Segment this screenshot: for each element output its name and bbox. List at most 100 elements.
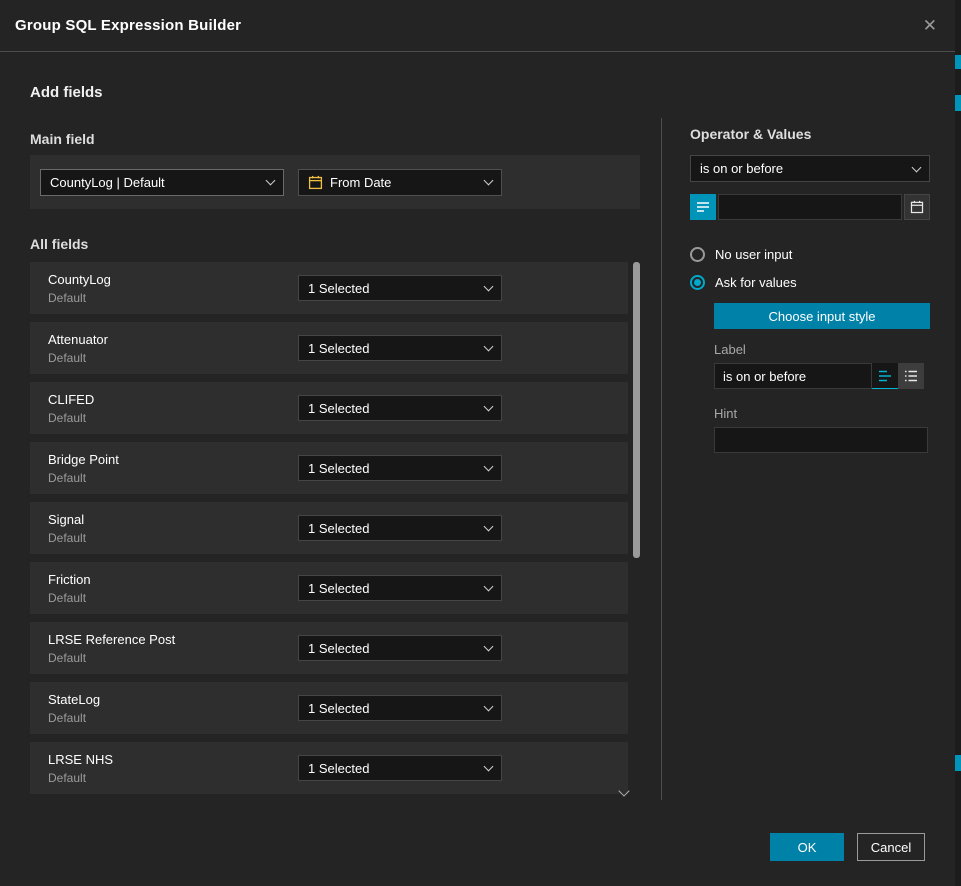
label-field-label: Label	[714, 342, 930, 357]
ok-button[interactable]: OK	[770, 833, 844, 861]
field-subtitle: Default	[48, 351, 288, 365]
choose-input-style-button[interactable]: Choose input style	[714, 303, 930, 329]
field-selected-dropdown[interactable]: 1 Selected	[298, 455, 502, 481]
field-info: Attenuator Default	[48, 332, 288, 365]
dialog-header: Group SQL Expression Builder ✕	[0, 0, 955, 52]
field-name: CountyLog	[48, 272, 288, 287]
radio-no-user-input[interactable]: No user input	[690, 247, 930, 262]
field-row: LRSE NHSDefault 1 Selected	[30, 742, 628, 794]
chevron-down-icon	[267, 180, 274, 184]
field-subtitle: Default	[48, 651, 288, 665]
chevron-down-icon	[485, 180, 492, 184]
main-layer-value: CountyLog | Default	[50, 175, 165, 190]
field-name: Friction	[48, 572, 288, 587]
main-layer-dropdown[interactable]: CountyLog | Default	[40, 169, 284, 196]
field-row: Signal Default 1 Selected	[30, 502, 628, 554]
field-selected-dropdown[interactable]: 1 Selected	[298, 395, 502, 421]
background-app-edge	[955, 0, 961, 886]
field-subtitle: Default	[48, 771, 288, 785]
chevron-down-icon	[485, 646, 492, 650]
selected-count-label: 1 Selected	[308, 281, 369, 296]
field-selected-dropdown[interactable]: 1 Selected	[298, 695, 502, 721]
main-field-label: Main field	[30, 131, 95, 147]
value-input-row	[690, 194, 930, 220]
value-input[interactable]	[718, 194, 902, 220]
dialog-title: Group SQL Expression Builder	[15, 17, 241, 34]
background-edge-fragment	[955, 55, 961, 69]
field-info: LRSE NHSDefault	[48, 752, 288, 785]
all-fields-label: All fields	[30, 236, 88, 252]
all-fields-list: CountyLog Default 1 Selected Attenuator Defa…	[30, 262, 628, 802]
chevron-down-icon	[485, 466, 492, 470]
value-type-button[interactable]	[690, 194, 716, 220]
radio-ask-for-values[interactable]: Ask for values	[690, 275, 930, 290]
field-subtitle: Default	[48, 531, 288, 545]
field-name: Bridge Point	[48, 452, 288, 467]
background-edge-fragment	[955, 755, 961, 771]
label-input[interactable]	[714, 363, 872, 389]
align-left-icon	[878, 369, 892, 383]
field-row: Bridge Point Default 1 Selected	[30, 442, 628, 494]
field-selected-dropdown[interactable]: 1 Selected	[298, 575, 502, 601]
field-name: Signal	[48, 512, 288, 527]
selected-count-label: 1 Selected	[308, 461, 369, 476]
field-name: Attenuator	[48, 332, 288, 347]
scroll-down-icon[interactable]	[620, 787, 628, 795]
hint-field-label: Hint	[714, 406, 930, 421]
background-edge-fragment	[955, 95, 961, 111]
field-subtitle: Default	[48, 471, 288, 485]
field-selected-dropdown[interactable]: 1 Selected	[298, 515, 502, 541]
calendar-icon	[910, 200, 924, 214]
radio-label: Ask for values	[715, 275, 797, 290]
chevron-down-icon	[485, 706, 492, 710]
chevron-down-icon	[485, 766, 492, 770]
selected-count-label: 1 Selected	[308, 701, 369, 716]
selected-count-label: 1 Selected	[308, 341, 369, 356]
input-lines-icon	[696, 200, 710, 214]
radio-label: No user input	[715, 247, 792, 262]
calendar-picker-button[interactable]	[904, 194, 930, 220]
selected-count-label: 1 Selected	[308, 581, 369, 596]
field-selected-dropdown[interactable]: 1 Selected	[298, 755, 502, 781]
field-info: CLIFED Default	[48, 392, 288, 425]
field-subtitle: Default	[48, 411, 288, 425]
operator-dropdown[interactable]: is on or before	[690, 155, 930, 182]
close-icon[interactable]: ✕	[923, 17, 937, 34]
chevron-down-icon	[485, 586, 492, 590]
field-name: CLIFED	[48, 392, 288, 407]
field-name: StateLog	[48, 692, 288, 707]
selected-count-label: 1 Selected	[308, 761, 369, 776]
field-selected-dropdown[interactable]: 1 Selected	[298, 335, 502, 361]
field-selected-dropdown[interactable]: 1 Selected	[298, 635, 502, 661]
hint-input[interactable]	[714, 427, 928, 453]
operator-values-heading: Operator & Values	[690, 126, 930, 142]
add-fields-heading: Add fields	[30, 84, 103, 101]
selected-count-label: 1 Selected	[308, 401, 369, 416]
main-field-row: CountyLog | Default From Date	[30, 155, 640, 209]
field-row: StateLog Default 1 Selected	[30, 682, 628, 734]
scrollbar-thumb[interactable]	[633, 262, 640, 558]
field-info: LRSE Reference PostDefault	[48, 632, 288, 665]
list-style-button[interactable]	[898, 363, 924, 389]
operator-value: is on or before	[700, 161, 783, 176]
field-selected-dropdown[interactable]: 1 Selected	[298, 275, 502, 301]
field-row: Attenuator Default 1 Selected	[30, 322, 628, 374]
chevron-down-icon	[485, 406, 492, 410]
main-field-dropdown[interactable]: From Date	[298, 169, 502, 196]
field-subtitle: Default	[48, 711, 288, 725]
field-subtitle: Default	[48, 291, 288, 305]
main-field-value: From Date	[330, 175, 391, 190]
single-line-style-button[interactable]	[872, 363, 898, 389]
field-info: FrictionDefault	[48, 572, 288, 605]
ask-for-values-options: Choose input style Label	[714, 303, 930, 453]
cancel-button[interactable]: Cancel	[857, 833, 925, 861]
chevron-down-icon	[485, 526, 492, 530]
selected-count-label: 1 Selected	[308, 521, 369, 536]
field-row: CountyLog Default 1 Selected	[30, 262, 628, 314]
fields-scrollbar[interactable]	[633, 262, 640, 800]
group-sql-expression-builder-dialog: Group SQL Expression Builder ✕ Add field…	[0, 0, 961, 886]
list-icon	[904, 369, 918, 383]
chevron-down-icon	[485, 346, 492, 350]
operator-values-panel: Operator & Values is on or before	[690, 126, 930, 453]
vertical-divider	[661, 118, 662, 800]
